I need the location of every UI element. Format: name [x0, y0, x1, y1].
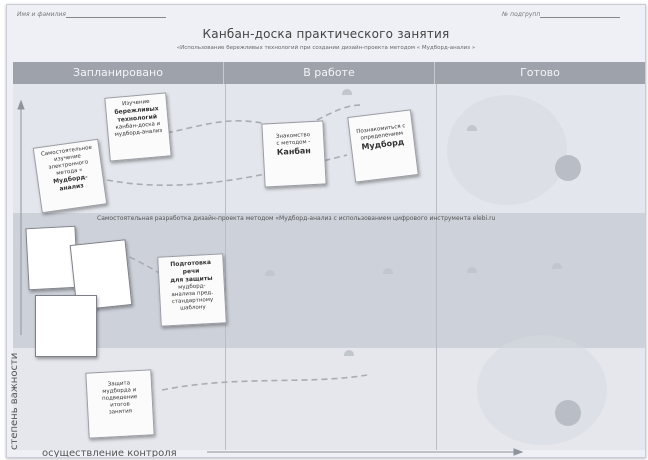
blank-card[interactable] — [35, 295, 97, 357]
card-line: Подготовка речи — [170, 258, 212, 276]
card-defense[interactable]: Защита мудборда и подведение итогов заня… — [85, 369, 155, 439]
card-line: Канбан — [276, 146, 312, 157]
x-axis-label: осуществление контроля — [42, 448, 177, 458]
card-line: для защиты — [170, 274, 213, 285]
card-study-lean[interactable]: Изучение бережливых технологий канбан-до… — [104, 92, 172, 162]
y-axis-label: степень важности — [9, 352, 20, 450]
card-kanban[interactable]: Знакомство с методом - Канбан — [261, 120, 327, 188]
card-moodboard[interactable]: Познакомиться с определением Мудборд — [347, 109, 419, 183]
card-self-study[interactable]: Самостоятельное изучение электронного ме… — [32, 138, 108, 214]
kanban-sheet: Имя и фамилия № подгрупп Канбан-доска пр… — [6, 4, 646, 458]
card-speech-prep[interactable]: Подготовка речи для защиты мудборд- анал… — [157, 253, 227, 327]
